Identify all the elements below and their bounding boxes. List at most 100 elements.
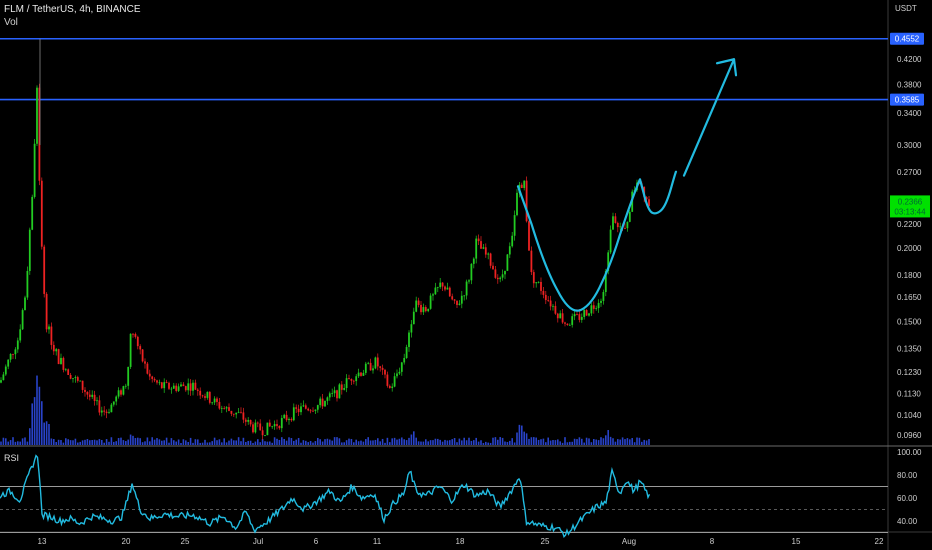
candle-body — [513, 215, 516, 236]
candle-body — [249, 419, 252, 425]
volume-bar — [629, 439, 631, 445]
handle-curve — [638, 170, 678, 215]
price-tick-0.2200: 0.2200 — [897, 220, 922, 229]
candle-body — [340, 384, 343, 390]
volume-bar — [341, 442, 343, 445]
volume-bar — [350, 438, 353, 445]
volume-bar — [607, 430, 609, 445]
candle-body — [614, 216, 617, 223]
candle-body — [2, 374, 5, 381]
volume-bar — [533, 437, 535, 445]
candle-body — [79, 380, 82, 382]
candle-body — [369, 362, 372, 371]
candle-body — [564, 322, 566, 324]
candle-body — [348, 378, 350, 380]
volume-bar — [453, 438, 456, 445]
volume-bar — [252, 442, 254, 445]
candle-body — [151, 376, 154, 379]
volume-bar — [638, 437, 641, 445]
volume-bar — [528, 438, 530, 445]
time-tick-25: 25 — [181, 537, 190, 546]
candle-body — [110, 404, 113, 413]
volume-bar — [314, 441, 317, 445]
candle-body — [24, 297, 26, 311]
volume-bar — [249, 440, 252, 445]
candle-body — [628, 211, 631, 222]
candle-body — [16, 340, 19, 350]
candle-body — [427, 308, 430, 312]
cup-curve — [516, 178, 642, 312]
volume-bar — [276, 438, 278, 445]
candle-body — [472, 258, 475, 264]
volume-bar — [581, 438, 583, 445]
candle-body — [7, 359, 10, 367]
volume-bar — [29, 428, 31, 445]
candle-body — [470, 263, 473, 281]
candle-body — [252, 424, 254, 433]
volume-bar — [36, 375, 38, 445]
volume-bar — [307, 442, 309, 445]
candle-body — [602, 292, 605, 301]
volume-bar — [33, 397, 36, 445]
candle-body — [134, 333, 137, 337]
candle-body — [91, 394, 94, 397]
candle-body — [297, 408, 300, 413]
candle-body — [343, 388, 346, 390]
volume-bar — [173, 440, 175, 445]
volume-bar — [345, 440, 348, 445]
candle-body — [381, 367, 384, 370]
candle-body — [43, 246, 46, 294]
volume-bar — [247, 440, 249, 445]
candle-body — [554, 305, 557, 314]
candle-body — [259, 423, 262, 431]
candle-body — [288, 418, 290, 421]
candle-body — [583, 310, 586, 317]
candle-body — [609, 229, 612, 253]
candle-body — [117, 390, 120, 397]
volume-bar — [559, 441, 561, 445]
candle-body — [300, 406, 302, 413]
volume-bar — [624, 439, 626, 445]
candle-body — [345, 378, 348, 389]
candle-body — [396, 373, 398, 377]
candle-body — [122, 386, 125, 395]
volume-bar — [165, 437, 168, 445]
volume-bar — [185, 440, 187, 445]
candle-body — [283, 414, 286, 419]
candle-body — [206, 391, 209, 398]
volume-bar — [295, 439, 297, 445]
volume-bar — [242, 437, 245, 445]
candle-body — [501, 274, 504, 278]
candle-body — [172, 385, 175, 389]
volume-bar — [427, 441, 429, 445]
volume-bar — [141, 442, 144, 445]
candle-body — [319, 398, 322, 406]
candle-body — [530, 250, 533, 273]
candle-body — [36, 87, 38, 144]
candle-body — [213, 398, 216, 403]
volume-bar — [379, 441, 381, 445]
candle-body — [31, 196, 34, 230]
volume-bar — [257, 439, 259, 445]
candle-body — [146, 363, 149, 374]
candle-body — [177, 386, 180, 391]
candle-body — [360, 372, 362, 376]
candle-body — [489, 253, 492, 266]
price-tick-0.0960: 0.0960 — [897, 431, 922, 440]
volume-bar — [281, 437, 283, 445]
candle-body — [619, 226, 622, 228]
volume-bar — [74, 438, 77, 445]
candle-body — [585, 310, 588, 316]
candle-body — [139, 346, 142, 350]
candle-body — [232, 413, 235, 415]
candle-body — [484, 247, 487, 255]
volume-bar — [525, 433, 528, 445]
candle-body — [40, 180, 43, 247]
candle-body — [588, 313, 590, 316]
price-chart[interactable]: USDT0.42000.38000.34000.30000.27000.2400… — [0, 0, 932, 550]
candle-body — [379, 366, 382, 368]
volume-bar — [158, 439, 161, 445]
volume-bar — [614, 441, 617, 445]
time-tick-6: 6 — [314, 537, 319, 546]
candle-body — [566, 323, 569, 325]
